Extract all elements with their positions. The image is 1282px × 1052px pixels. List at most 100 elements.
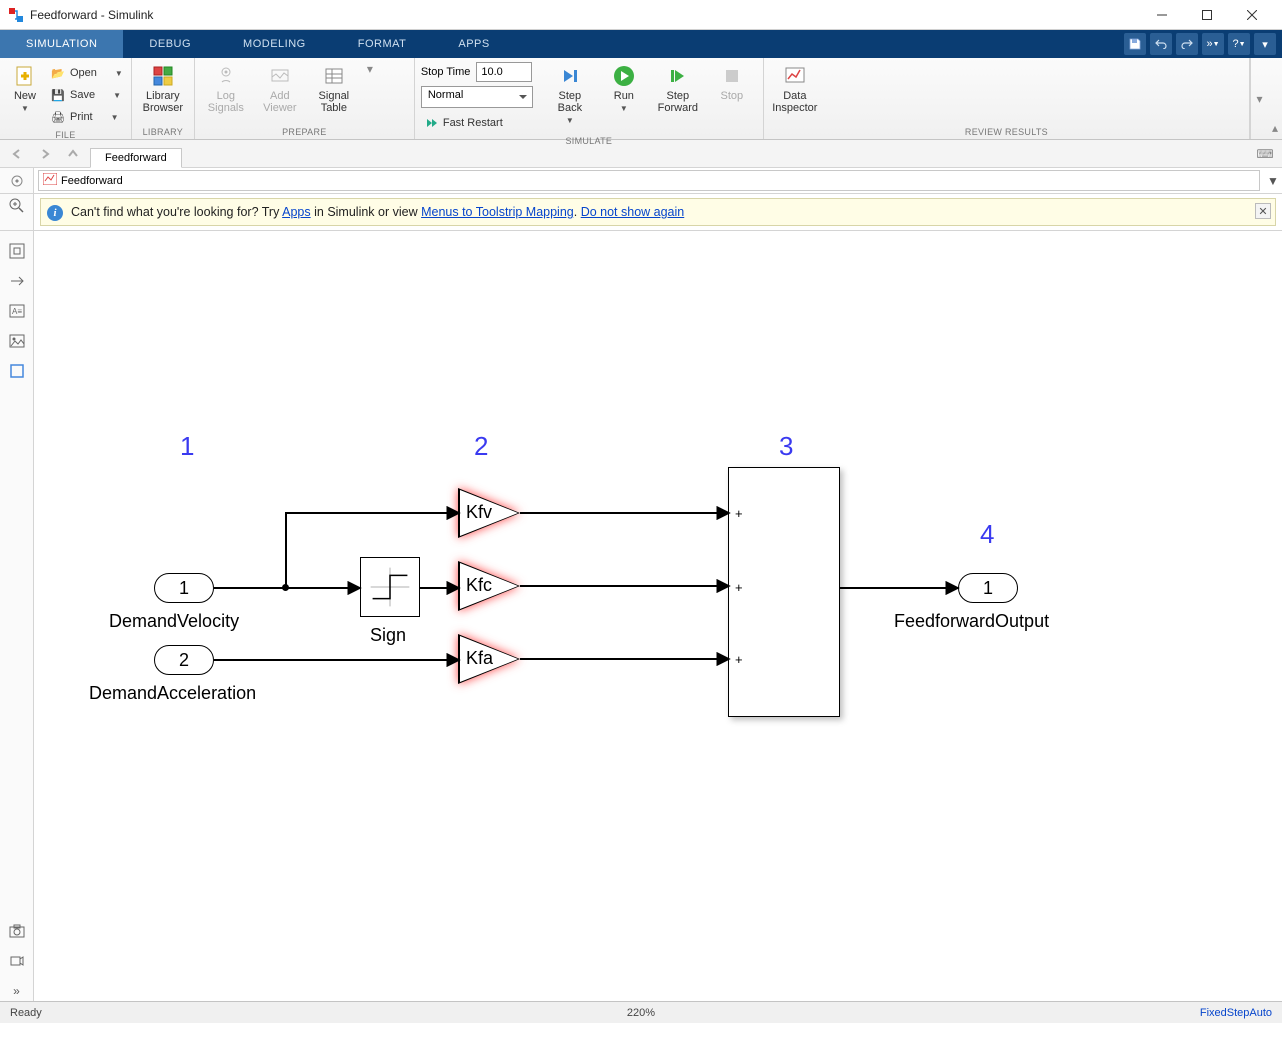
data-inspector-icon <box>783 64 807 88</box>
new-button[interactable]: New ▼ <box>6 62 44 115</box>
prepare-dropdown-icon[interactable]: ▾ <box>363 62 377 76</box>
new-label: New <box>14 90 36 102</box>
nav-back-icon[interactable] <box>6 143 28 165</box>
model-tab[interactable]: Feedforward <box>90 148 182 168</box>
qab-help-icon[interactable]: ?▼ <box>1228 33 1250 55</box>
toggle-perspective-icon[interactable] <box>7 271 27 291</box>
signal-line[interactable] <box>285 512 287 588</box>
step-forward-button[interactable]: Step Forward <box>653 62 703 116</box>
gain-kfa[interactable]: Kfa <box>458 634 528 684</box>
print-icon: 🖨 <box>50 109 66 125</box>
stop-button[interactable]: Stop <box>707 62 757 104</box>
annotation-1[interactable]: 1 <box>180 431 194 462</box>
nav-up-icon[interactable] <box>62 143 84 165</box>
signal-line[interactable] <box>214 659 459 661</box>
add-viewer-button[interactable]: Add Viewer <box>255 62 305 116</box>
folder-open-icon: 📂 <box>50 65 66 81</box>
fast-restart-button[interactable]: Fast Restart <box>421 112 533 134</box>
ribbon-collapse-icon[interactable]: ▴ <box>1268 58 1282 139</box>
tab-format[interactable]: FORMAT <box>332 30 433 58</box>
inport-demandvelocity[interactable]: 1 <box>154 573 214 603</box>
minimize-button[interactable] <box>1139 1 1184 29</box>
diagram-canvas[interactable]: 1 2 3 4 1 DemandVelocity 2 DemandAcceler… <box>34 231 1282 1001</box>
ribbon-group-review: Data Inspector REVIEW RESULTS <box>764 58 1250 139</box>
ribbon-group-file: New ▼ 📂Open▼ 💾Save▼ 🖨Print▼ FILE <box>0 58 132 139</box>
main-area: A≡ » 1 2 3 4 1 DemandVelocity 2 DemandAc… <box>0 231 1282 1001</box>
breadcrumb-text: Feedforward <box>61 175 123 187</box>
simulation-mode-select[interactable]: Normal <box>421 86 533 108</box>
ribbon-group-prepare: Log Signals Add Viewer Signal Table ▾ PR… <box>195 58 415 139</box>
model-browser-toggle[interactable] <box>0 168 34 193</box>
sign-block[interactable] <box>360 557 420 617</box>
tab-modeling[interactable]: MODELING <box>217 30 332 58</box>
keyboard-icon[interactable]: ⌨ <box>1254 143 1276 165</box>
info-banner: i Can't find what you're looking for? Tr… <box>40 198 1276 226</box>
signal-line[interactable] <box>520 512 729 514</box>
ribbon-overflow-button[interactable]: ▾ <box>1250 58 1268 139</box>
image-icon[interactable] <box>7 331 27 351</box>
annotation-3[interactable]: 3 <box>779 431 793 462</box>
gain-kfc[interactable]: Kfc <box>458 561 528 611</box>
info-banner-row: i Can't find what you're looking for? Tr… <box>0 194 1282 231</box>
breadcrumb-dropdown-icon[interactable]: ▼ <box>1264 168 1282 193</box>
maximize-button[interactable] <box>1184 1 1229 29</box>
annotation-icon[interactable]: A≡ <box>7 301 27 321</box>
inport-demandacceleration[interactable]: 2 <box>154 645 214 675</box>
signal-line[interactable] <box>520 658 729 660</box>
signal-table-button[interactable]: Signal Table <box>309 62 359 116</box>
qab-redo-icon[interactable] <box>1176 33 1198 55</box>
library-browser-button[interactable]: Library Browser <box>138 62 188 116</box>
stop-time-input[interactable] <box>476 62 532 82</box>
quick-access-bar: »▼ ?▼ ▾ <box>1124 30 1282 58</box>
sum-block[interactable]: + + + <box>728 467 840 717</box>
palette-bar: A≡ » <box>0 231 34 1001</box>
save-icon: 💾 <box>50 87 66 103</box>
ribbon-group-simulate: Stop Time Normal Fast Restart Step Back … <box>415 58 764 139</box>
gain-kfv[interactable]: Kfv <box>458 488 528 538</box>
save-button[interactable]: 💾Save▼ <box>48 84 125 106</box>
banner-link-mapping[interactable]: Menus to Toolstrip Mapping <box>421 205 574 219</box>
close-button[interactable] <box>1229 1 1274 29</box>
banner-link-dismiss[interactable]: Do not show again <box>581 205 685 219</box>
step-back-button[interactable]: Step Back ▼ <box>545 62 595 127</box>
status-solver[interactable]: FixedStepAuto <box>1200 1007 1272 1019</box>
annotation-2[interactable]: 2 <box>474 431 488 462</box>
dropdown-icon: ▼ <box>566 116 574 125</box>
run-button[interactable]: Run ▼ <box>599 62 649 115</box>
banner-link-apps[interactable]: Apps <box>282 205 311 219</box>
screenshot-icon[interactable] <box>7 921 27 941</box>
status-zoom[interactable]: 220% <box>627 1007 655 1019</box>
banner-close-button[interactable]: ✕ <box>1255 203 1271 219</box>
nav-forward-icon[interactable] <box>34 143 56 165</box>
tab-debug[interactable]: DEBUG <box>123 30 217 58</box>
qab-save-icon[interactable] <box>1124 33 1146 55</box>
signal-line[interactable] <box>520 585 729 587</box>
tab-apps[interactable]: APPS <box>432 30 515 58</box>
area-icon[interactable] <box>7 361 27 381</box>
signal-line[interactable] <box>840 587 958 589</box>
model-icon <box>43 173 57 188</box>
zoom-in-icon[interactable] <box>9 198 25 217</box>
signal-line[interactable] <box>420 587 460 589</box>
sign-block-label: Sign <box>370 625 406 646</box>
qab-more-icon[interactable]: »▼ <box>1202 33 1224 55</box>
outport-feedforward[interactable]: 1 <box>958 573 1018 603</box>
outport-feedforward-label: FeedforwardOutput <box>894 611 1049 632</box>
data-inspector-button[interactable]: Data Inspector <box>770 62 820 116</box>
record-icon[interactable] <box>7 951 27 971</box>
signal-line[interactable] <box>285 512 459 514</box>
stop-time-label: Stop Time <box>421 66 471 78</box>
log-signals-button[interactable]: Log Signals <box>201 62 251 116</box>
open-button[interactable]: 📂Open▼ <box>48 62 125 84</box>
annotation-4[interactable]: 4 <box>980 519 994 550</box>
tab-simulation[interactable]: SIMULATION <box>0 30 123 58</box>
breadcrumb-path[interactable]: Feedforward <box>38 170 1260 191</box>
qab-undo-icon[interactable] <box>1150 33 1172 55</box>
stop-time-row: Stop Time <box>421 62 533 82</box>
qab-options-icon[interactable]: ▾ <box>1254 33 1276 55</box>
print-button[interactable]: 🖨Print▼ <box>48 106 125 128</box>
group-label-prepare: PREPARE <box>201 125 408 137</box>
expand-icon[interactable]: » <box>7 981 27 1001</box>
fit-to-view-icon[interactable] <box>7 241 27 261</box>
toolstrip-ribbon: New ▼ 📂Open▼ 💾Save▼ 🖨Print▼ FILE Library… <box>0 58 1282 140</box>
